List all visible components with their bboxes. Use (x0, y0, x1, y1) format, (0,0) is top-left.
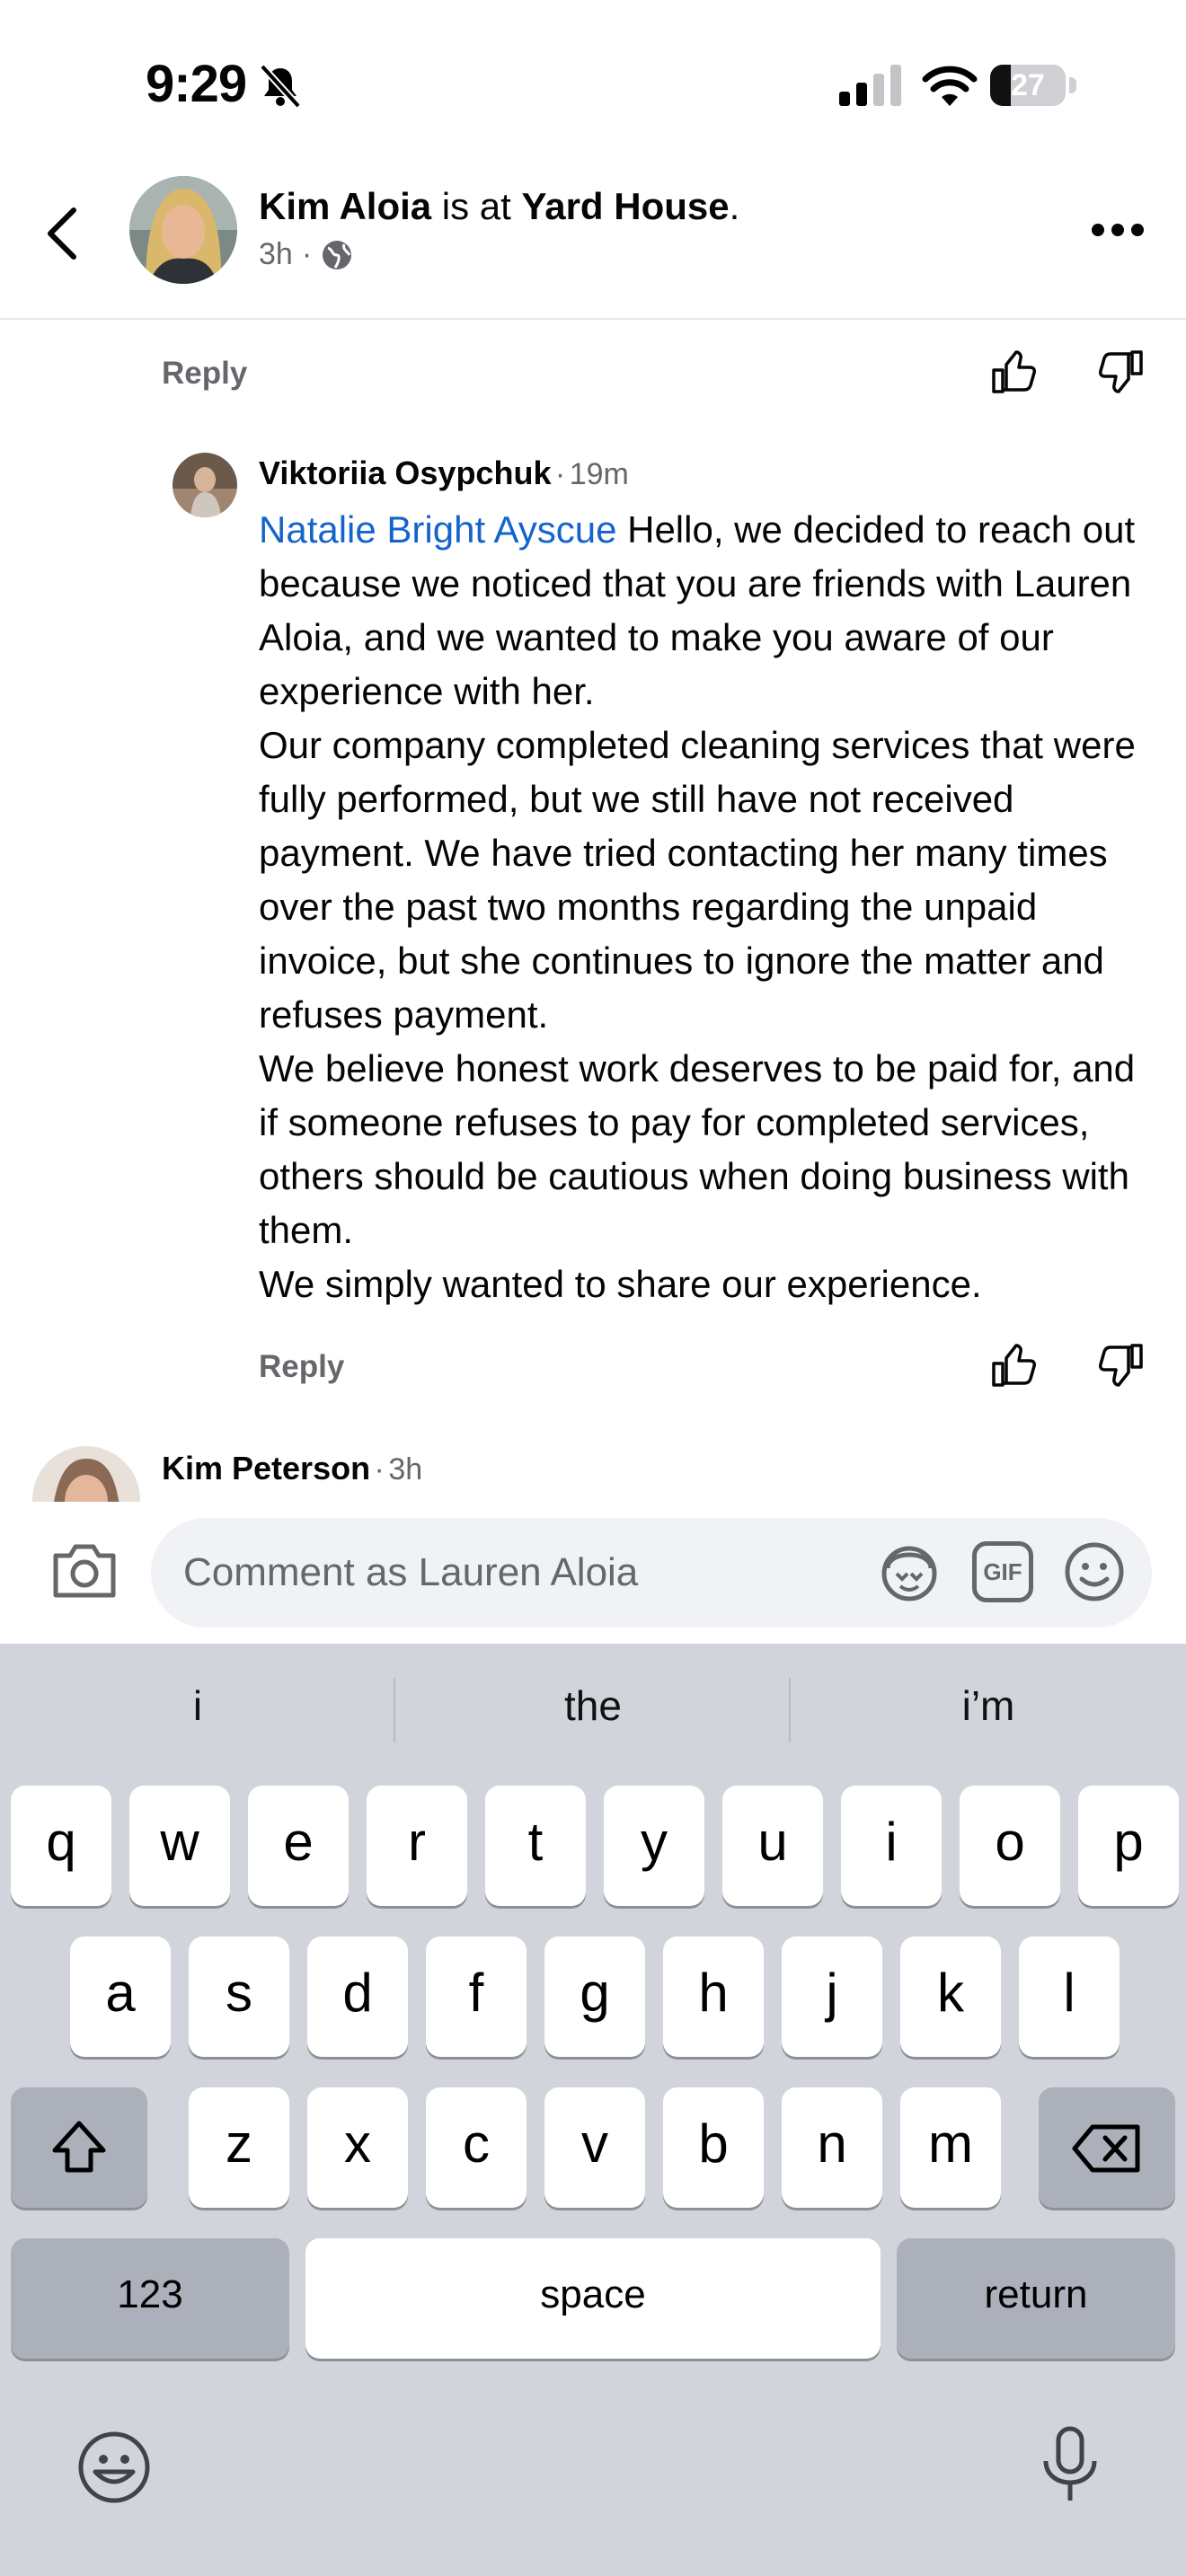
post-title: Kim Aloia is at Yard House. (259, 185, 739, 228)
key-y[interactable]: y (604, 1786, 704, 1906)
camera-icon[interactable] (50, 1541, 119, 1601)
cellular-signal-icon (839, 65, 901, 106)
key-l[interactable]: l (1019, 1936, 1120, 2057)
return-key[interactable]: return (897, 2238, 1175, 2359)
emoji-icon[interactable] (1062, 1539, 1127, 1604)
key-m[interactable]: m (900, 2087, 1001, 2208)
key-q[interactable]: q (11, 1786, 111, 1906)
more-options-icon[interactable] (1091, 223, 1145, 237)
key-r[interactable]: r (367, 1786, 467, 1906)
battery-percent: 27 (1011, 68, 1045, 102)
key-x[interactable]: x (307, 2087, 408, 2208)
title-connector: is at (431, 185, 522, 227)
next-comment-dot: · (374, 1452, 385, 1486)
wifi-icon (922, 66, 978, 106)
key-a[interactable]: a (70, 1936, 171, 2057)
delete-key[interactable] (1039, 2087, 1175, 2208)
comment-paragraph-3: We believe honest work deserves to be pa… (259, 1047, 1136, 1251)
numbers-key[interactable]: 123 (11, 2238, 289, 2359)
emoji-keyboard-icon[interactable] (75, 2429, 153, 2506)
key-b[interactable]: b (663, 2087, 764, 2208)
gif-icon[interactable]: GIF (972, 1541, 1033, 1602)
dictation-microphone-icon[interactable] (1031, 2425, 1109, 2502)
key-u[interactable]: u (722, 1786, 823, 1906)
key-z[interactable]: z (189, 2087, 289, 2208)
title-period: . (729, 185, 740, 227)
suggestion-divider (394, 1678, 395, 1742)
key-g[interactable]: g (544, 1936, 645, 2057)
shift-key[interactable] (11, 2087, 147, 2208)
commenter-avatar[interactable] (173, 453, 237, 517)
space-key[interactable]: space (305, 2238, 881, 2359)
status-time: 9:29 (146, 55, 247, 113)
key-t[interactable]: t (485, 1786, 586, 1906)
suggestion-3[interactable]: i’m (809, 1681, 1168, 1748)
key-o[interactable]: o (960, 1786, 1060, 1906)
key-s[interactable]: s (189, 1936, 289, 2057)
key-e[interactable]: e (248, 1786, 349, 1906)
key-v[interactable]: v (544, 2087, 645, 2208)
comment-reply-button[interactable]: Reply (259, 1349, 344, 1385)
author-name[interactable]: Kim Aloia (259, 185, 431, 227)
key-c[interactable]: c (426, 2087, 527, 2208)
next-commenter-name[interactable]: Kim Peterson (162, 1450, 370, 1486)
post-meta: 3h · (259, 237, 353, 272)
suggestion-1[interactable]: i (18, 1681, 377, 1748)
comment-paragraph-2: Our company completed cleaning services … (259, 724, 1136, 1036)
back-chevron-icon[interactable] (43, 205, 83, 262)
key-i[interactable]: i (841, 1786, 942, 1906)
dislike-icon[interactable] (1098, 348, 1145, 395)
globe-icon (323, 240, 352, 269)
comment-like-icon[interactable] (990, 1342, 1037, 1389)
comment-paragraph-1: Natalie Bright Ayscue Hello, we decided … (259, 503, 1157, 719)
key-n[interactable]: n (782, 2087, 882, 2208)
suggestion-divider (789, 1678, 791, 1742)
mention-link[interactable]: Natalie Bright Ayscue (259, 508, 616, 551)
battery-indicator: 27 (990, 65, 1076, 106)
comment-dislike-icon[interactable] (1098, 1342, 1145, 1389)
comment-body: Natalie Bright Ayscue Hello, we decided … (259, 503, 1157, 1311)
silent-bell-icon (260, 64, 301, 109)
post-time: 3h (259, 237, 293, 271)
next-comment-header: Kim Peterson · 3h (162, 1450, 422, 1487)
key-f[interactable]: f (426, 1936, 527, 2057)
next-comment-time[interactable]: 3h (388, 1452, 422, 1486)
avatar-sticker-icon[interactable] (877, 1539, 942, 1604)
comment-dot: · (554, 457, 566, 491)
comment-time[interactable]: 19m (570, 457, 629, 491)
suggestion-2[interactable]: the (413, 1681, 773, 1748)
key-p[interactable]: p (1078, 1786, 1179, 1906)
author-avatar[interactable] (129, 176, 237, 284)
comment-placeholder: Comment as Lauren Aloia (183, 1550, 639, 1594)
like-icon[interactable] (990, 348, 1037, 395)
commenter-name[interactable]: Viktoriia Osypchuk (259, 454, 551, 491)
key-k[interactable]: k (900, 1936, 1001, 2057)
key-h[interactable]: h (663, 1936, 764, 2057)
comment-paragraph-4: We simply wanted to share our experience… (259, 1263, 982, 1305)
meta-separator: · (301, 237, 313, 271)
comment-header: Viktoriia Osypchuk · 19m (259, 454, 629, 492)
key-d[interactable]: d (307, 1936, 408, 2057)
key-w[interactable]: w (129, 1786, 230, 1906)
location-name[interactable]: Yard House (522, 185, 730, 227)
key-j[interactable]: j (782, 1936, 882, 2057)
reply-button[interactable]: Reply (162, 356, 247, 392)
